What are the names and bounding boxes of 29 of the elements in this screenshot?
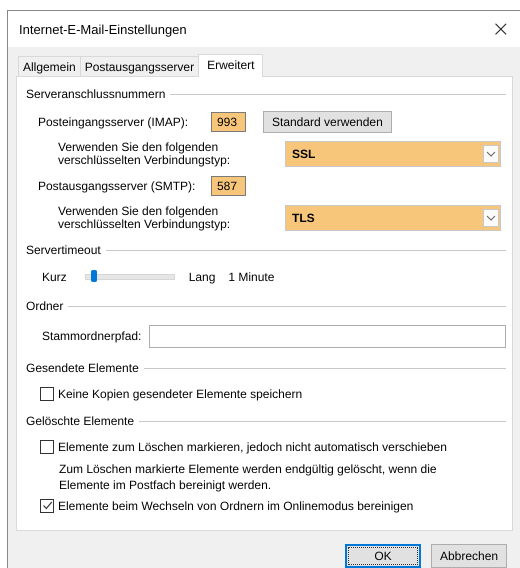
- note-text: Zum Löschen markierte Elemente werden endgültig gelöscht, wenn die Elemente im Postfach bereinigt werden.: [59, 461, 438, 493]
- field-label: Posteingangsserver (IMAP):: [38, 115, 190, 129]
- field-label: Verwenden Sie den folgenden verschlüsselten Verbindungstyp:: [58, 141, 232, 167]
- section-title: Gesendete Elemente: [26, 361, 139, 375]
- slider-min-label: Kurz: [42, 270, 67, 284]
- tab[interactable]: Allgemein: [18, 56, 81, 76]
- checkbox-label: Keine Kopien gesendeter Elemente speichern: [58, 386, 302, 400]
- encryption-dropdown[interactable]: TLS: [285, 205, 501, 231]
- timeout-reading: 1 Minute: [228, 270, 274, 284]
- encryption-dropdown[interactable]: SSL: [285, 141, 501, 167]
- section-title: Ordner: [26, 299, 64, 313]
- checkbox-label: Elemente zum Löschen markieren, jedoch nicht automatisch verschieben: [58, 440, 447, 454]
- ok-button[interactable]: OK: [345, 544, 421, 568]
- section-title: Serveranschlussnummern: [26, 87, 166, 101]
- tab[interactable]: Postausgangsserver: [80, 56, 200, 76]
- field-label: Postausgangsserver (SMTP):: [38, 179, 196, 193]
- default-button[interactable]: Standard verwenden: [263, 111, 392, 133]
- tab[interactable]: Erweitert: [198, 54, 264, 77]
- checkbox-label: Elemente beim Wechseln von Ordnern im Onlinemodus bereinigen: [58, 498, 414, 512]
- window-title: Internet-E-Mail-Einstellungen: [19, 22, 188, 36]
- close-button[interactable]: ×: [482, 16, 520, 42]
- port-field[interactable]: 587: [211, 176, 246, 196]
- cancel-button[interactable]: Abbrechen: [431, 544, 507, 568]
- field-label: Stammordnerpfad:: [42, 329, 142, 343]
- section-title: Servertimeout: [26, 243, 101, 257]
- field-label: Verwenden Sie den folgenden verschlüsselten Verbindungstyp:: [58, 205, 232, 231]
- port-field[interactable]: 993: [211, 112, 246, 132]
- slider-max-label: Lang: [188, 270, 216, 284]
- section-title: Gelöschte Elemente: [26, 414, 134, 428]
